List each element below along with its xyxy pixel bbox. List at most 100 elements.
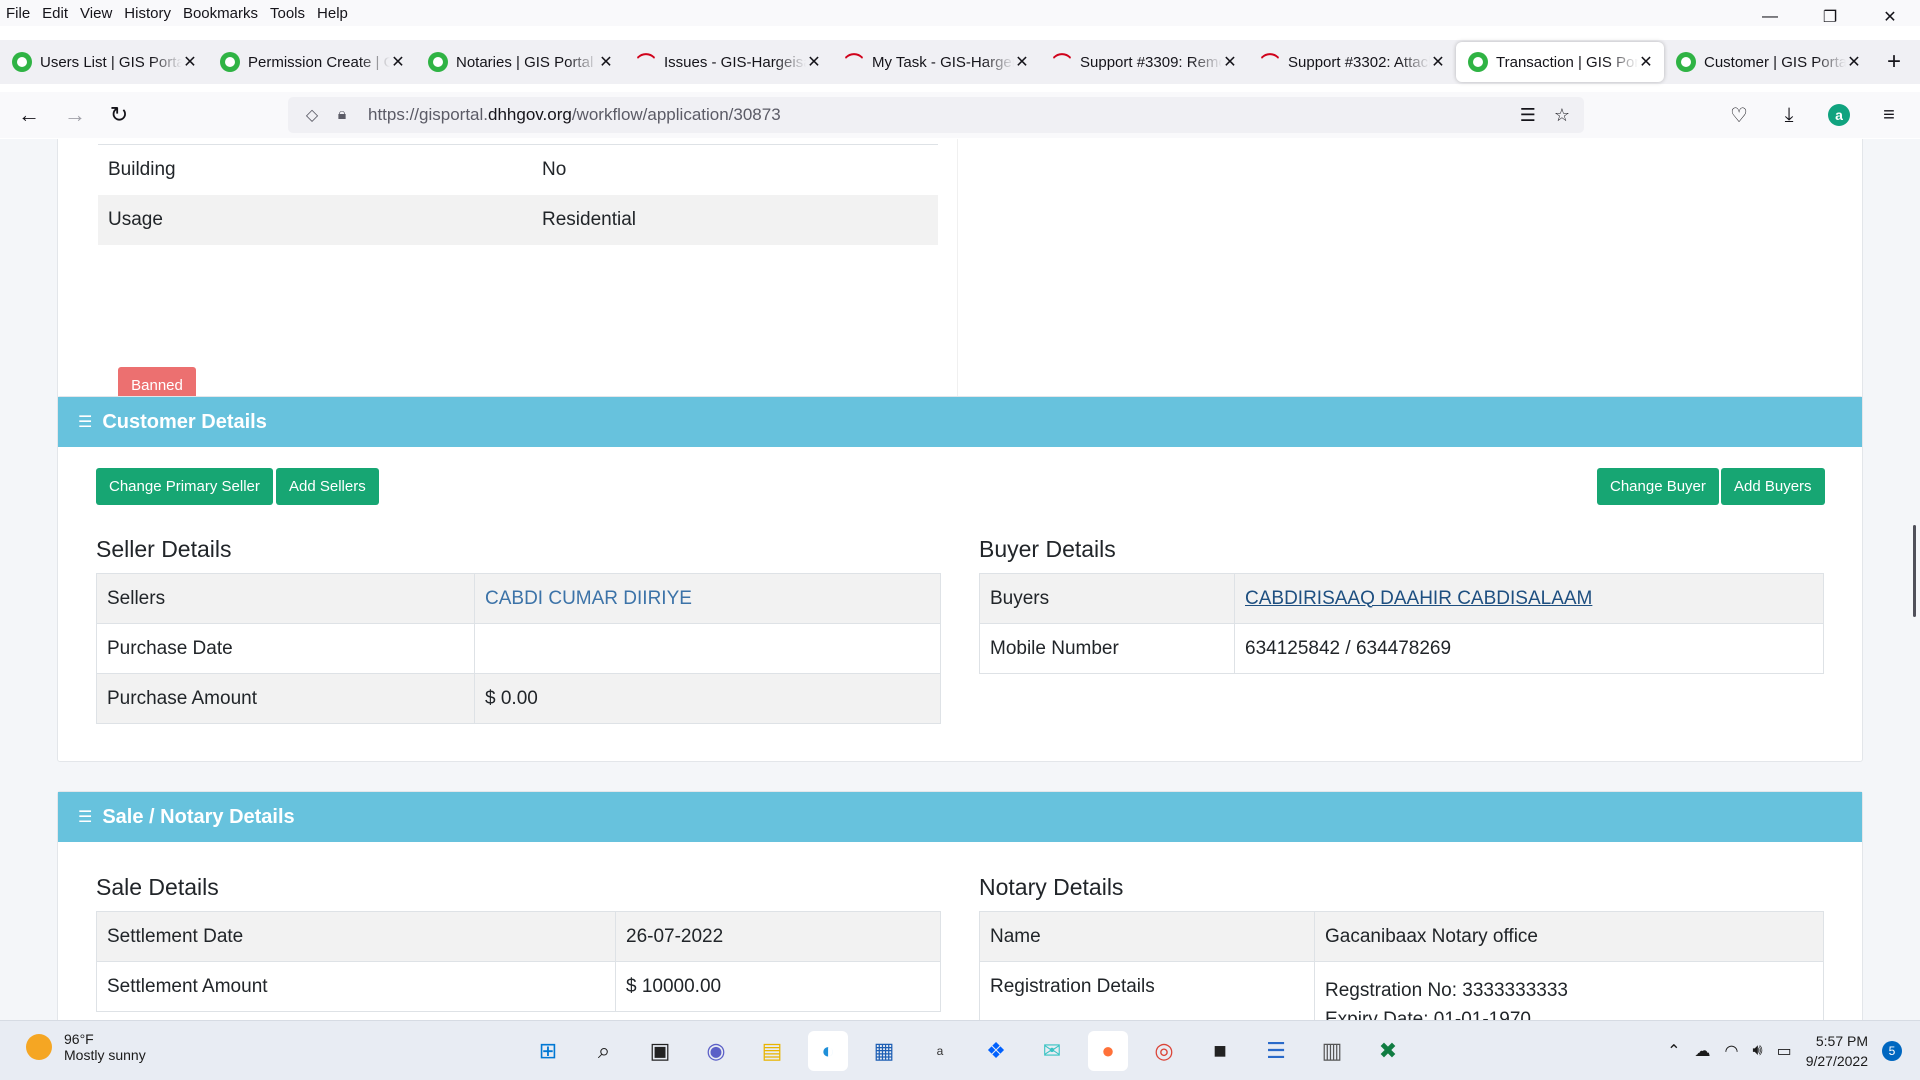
tab-title: Issues - GIS-Hargeisa [664, 53, 806, 71]
row-label: Purchase Date [96, 623, 475, 674]
menu-edit[interactable]: Edit [36, 5, 74, 22]
seller-details-heading: Seller Details [96, 536, 232, 562]
table-row: Building No [98, 144, 938, 195]
volume-icon[interactable]: 🔊︎ [1752, 1042, 1762, 1060]
tab-my-task[interactable]: ⌒ My Task - GIS-Hargeisa ✕ [832, 40, 1040, 84]
close-tab-icon[interactable]: ✕ [1222, 52, 1238, 72]
close-tab-icon[interactable]: ✕ [598, 52, 614, 72]
tab-users-list[interactable]: Users List | GIS Portal ✕ [0, 40, 208, 84]
bookmark-star-icon[interactable]: ☆ [1554, 105, 1570, 126]
menu-tools[interactable]: Tools [264, 5, 311, 22]
account-avatar-icon[interactable]: a [1828, 104, 1850, 126]
tracking-shield-icon[interactable]: ◇ [300, 105, 324, 125]
tab-notaries[interactable]: Notaries | GIS Portal ✕ [416, 40, 624, 84]
minimize-icon[interactable]: — [1740, 0, 1800, 34]
new-tab-plus-icon[interactable]: + [1874, 40, 1914, 84]
onedrive-cloud-icon[interactable]: ☁ [1695, 1041, 1711, 1061]
row-value: $ 10000.00 [615, 961, 941, 1012]
weather-widget[interactable]: 96°F Mostly sunny [26, 1031, 146, 1063]
search-icon[interactable]: ⌕ [584, 1031, 624, 1071]
chrome-icon[interactable]: ◎ [1144, 1031, 1184, 1071]
property-table: Building No Usage Residential [98, 144, 938, 245]
redmine-icon: ⌒ [1053, 53, 1071, 73]
close-tab-icon[interactable]: ✕ [1430, 52, 1446, 72]
address-bar[interactable]: ◇ 🔒︎ https://gisportal.dhhgov.org/workfl… [288, 97, 1584, 133]
buyer-name-link[interactable]: CABDIRISAAQ DAAHIR CABDISALAAM [1245, 588, 1592, 609]
close-tab-icon[interactable]: ✕ [1846, 52, 1862, 72]
reload-icon[interactable]: ↻ [102, 98, 136, 132]
lock-icon[interactable]: 🔒︎ [330, 106, 354, 124]
dropbox-icon[interactable]: ❖ [976, 1031, 1016, 1071]
menu-help[interactable]: Help [311, 5, 354, 22]
tab-title: Transaction | GIS Portal [1496, 53, 1638, 71]
task-view-icon[interactable]: ▣ [640, 1031, 680, 1071]
seller-table: Sellers CABDI CUMAR DIIRIYE Purchase Dat… [96, 573, 941, 724]
menu-view[interactable]: View [74, 5, 118, 22]
clock[interactable]: 5:57 PM 9/27/2022 [1806, 1031, 1868, 1071]
store-icon[interactable]: ▦ [864, 1031, 904, 1071]
chat-icon[interactable]: ◉ [696, 1031, 736, 1071]
section-header: ☰ Customer Details [58, 397, 1862, 447]
page-viewport: Building No Usage Residential Banned ☰ C… [0, 139, 1920, 1020]
tab-permission-create[interactable]: Permission Create | GIS Portal ✕ [208, 40, 416, 84]
restore-icon[interactable]: ❐ [1800, 0, 1860, 34]
sale-details-heading: Sale Details [96, 874, 219, 900]
excel-icon[interactable]: ✖ [1368, 1031, 1408, 1071]
change-buyer-button[interactable]: Change Buyer [1597, 468, 1719, 505]
menu-file[interactable]: File [0, 5, 36, 22]
row-label: Purchase Amount [96, 673, 475, 724]
row-label: Settlement Date [96, 911, 616, 962]
close-window-icon[interactable]: ✕ [1860, 0, 1920, 34]
tab-title: Users List | GIS Portal [40, 53, 182, 71]
firefox-icon[interactable]: ● [1088, 1031, 1128, 1071]
battery-icon[interactable]: ▭ [1777, 1041, 1792, 1061]
notification-badge[interactable]: 5 [1882, 1041, 1902, 1061]
seller-name-link[interactable]: CABDI CUMAR DIIRIYE [485, 588, 692, 609]
menu-bookmarks[interactable]: Bookmarks [177, 5, 264, 22]
close-tab-icon[interactable]: ✕ [1014, 52, 1030, 72]
scrollbar-thumb[interactable] [1913, 525, 1916, 617]
calculator-icon[interactable]: ▥ [1312, 1031, 1352, 1071]
pocket-icon[interactable]: ♡ [1722, 98, 1756, 132]
change-primary-seller-button[interactable]: Change Primary Seller [96, 468, 273, 505]
hamburger-menu-icon[interactable]: ≡ [1872, 98, 1906, 132]
notepad-icon[interactable]: ☰ [1256, 1031, 1296, 1071]
close-tab-icon[interactable]: ✕ [806, 52, 822, 72]
amazon-icon[interactable]: a [920, 1031, 960, 1071]
add-buyers-button[interactable]: Add Buyers [1721, 468, 1825, 505]
windows-start-icon[interactable]: ⊞ [528, 1031, 568, 1071]
menu-history[interactable]: History [118, 5, 177, 22]
tab-issues[interactable]: ⌒ Issues - GIS-Hargeisa ✕ [624, 40, 832, 84]
table-row: Registration Details Regstration No: 333… [979, 961, 1824, 1020]
messenger-icon[interactable]: ✉ [1032, 1031, 1072, 1071]
close-tab-icon[interactable]: ✕ [390, 52, 406, 72]
list-icon: ☰ [78, 809, 93, 826]
chevron-up-icon[interactable]: ⌃ [1667, 1041, 1680, 1061]
row-value: Residential [542, 208, 636, 230]
row-label: Buyers [979, 573, 1235, 624]
tab-support-3302[interactable]: ⌒ Support #3302: Attach ✕ [1248, 40, 1456, 84]
file-explorer-icon[interactable]: ▤ [752, 1031, 792, 1071]
row-label: Usage [108, 208, 163, 230]
terminal-icon[interactable]: ■ [1200, 1031, 1240, 1071]
menu-bar: File Edit View History Bookmarks Tools H… [0, 0, 1920, 26]
tab-transaction[interactable]: Transaction | GIS Portal ✕ [1456, 42, 1664, 82]
wifi-icon[interactable]: ◠ [1725, 1041, 1739, 1061]
back-arrow-icon[interactable]: ← [12, 98, 46, 132]
download-icon[interactable]: ⤓ [1772, 98, 1806, 132]
url-text[interactable]: https://gisportal.dhhgov.org/workflow/ap… [368, 105, 781, 125]
vertical-scrollbar[interactable] [1900, 139, 1920, 1020]
edge-browser-icon[interactable]: ◐ [808, 1031, 848, 1071]
forward-arrow-icon[interactable]: → [58, 98, 92, 132]
taskbar: 96°F Mostly sunny ⊞ ⌕ ▣ ◉ ▤ ◐ ▦ a ❖ ✉ ● … [0, 1020, 1920, 1080]
tab-bar: Users List | GIS Portal ✕ Permission Cre… [0, 40, 1920, 84]
gis-portal-icon [1676, 52, 1696, 72]
reader-view-icon[interactable]: ☰ [1520, 105, 1536, 126]
add-sellers-button[interactable]: Add Sellers [276, 468, 379, 505]
close-tab-icon[interactable]: ✕ [1638, 52, 1654, 72]
tab-customer[interactable]: Customer | GIS Portal ✕ [1664, 40, 1872, 84]
tab-support-3309[interactable]: ⌒ Support #3309: Remove ✕ [1040, 40, 1248, 84]
close-tab-icon[interactable]: ✕ [182, 52, 198, 72]
sale-notary-section: ☰ Sale / Notary Details Sale Details Set… [57, 791, 1863, 1020]
tab-title: Customer | GIS Portal [1704, 53, 1846, 71]
